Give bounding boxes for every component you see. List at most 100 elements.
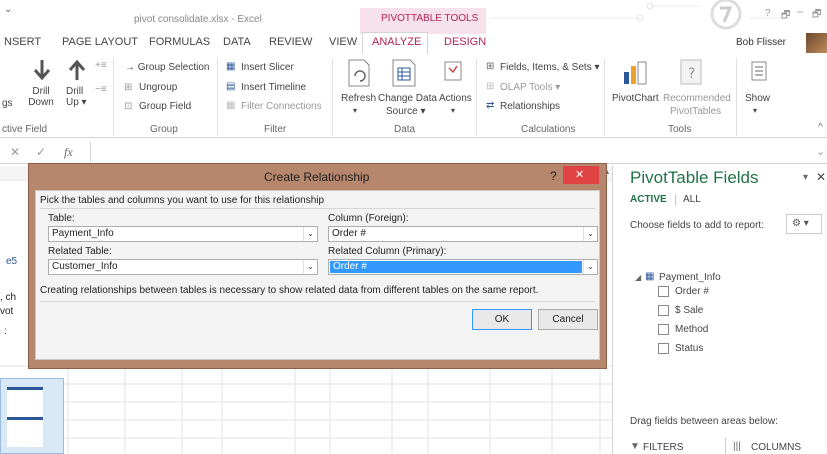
columns-icon: |||	[733, 441, 741, 452]
expand-field-icon[interactable]: +≡	[95, 60, 107, 71]
dialog-help-button[interactable]: ?	[550, 169, 557, 183]
chevron-down-icon[interactable]: ⌄	[583, 260, 597, 274]
minimize-button[interactable]: –	[797, 6, 803, 18]
tab-page-layout[interactable]: PAGE LAYOUT	[62, 36, 138, 48]
window-title: pivot consolidate.xlsx - Excel	[134, 14, 262, 25]
table-name[interactable]: Payment_Info	[659, 272, 721, 283]
insert-slicer-button[interactable]: Insert Slicer	[241, 62, 294, 73]
related-column-select[interactable]: Order # ⌄	[328, 259, 598, 275]
recommended-pivottables-icon: ?	[680, 59, 702, 85]
show-button[interactable]: Show	[745, 93, 770, 104]
qat-customize-icon[interactable]: ⌄	[4, 4, 12, 15]
ungroup-button[interactable]: Ungroup	[139, 82, 177, 93]
dialog-close-button[interactable]: ✕	[563, 166, 599, 184]
dialog-title: Create Relationship	[264, 170, 370, 184]
field-label: $ Sale	[675, 305, 704, 317]
table-icon: ▦	[645, 271, 655, 282]
user-name[interactable]: Bob Flisser	[736, 37, 786, 48]
expand-formula-bar-icon[interactable]: ⌄	[816, 145, 825, 158]
tab-data[interactable]: DATA	[223, 36, 251, 48]
collapse-field-icon[interactable]: −≡	[95, 84, 107, 95]
relationships-icon: ⇄	[486, 100, 495, 111]
show-icon	[751, 61, 767, 81]
enter-button[interactable]: ✓	[36, 145, 46, 159]
change-data-source-button[interactable]: Change Data	[378, 93, 437, 104]
tab-active[interactable]: ACTIVE	[630, 194, 667, 205]
group-field-icon: ⊡	[124, 101, 133, 112]
gear-icon: ⚙ ▾	[792, 218, 809, 229]
group-field-button[interactable]: Group Field	[139, 101, 191, 112]
filter-connections-button[interactable]: Filter Connections	[241, 101, 322, 112]
tab-insert[interactable]: NSERT	[4, 36, 41, 48]
cancel-button[interactable]: Cancel	[538, 309, 598, 330]
chevron-down-icon[interactable]: ⌄	[303, 260, 317, 274]
refresh-button[interactable]: Refresh	[341, 93, 376, 104]
field-sale[interactable]: $ Sale	[658, 305, 703, 316]
dialog-instruction: Pick the tables and columns you want to …	[40, 195, 325, 206]
olap-tools-button[interactable]: OLAP Tools ▾	[500, 82, 560, 93]
related-table-value: Customer_Info	[52, 261, 118, 272]
title-decoration	[490, 0, 790, 30]
pane-close-button[interactable]: ✕	[816, 170, 826, 184]
actions-button[interactable]: Actions	[439, 93, 472, 104]
insert-timeline-button[interactable]: Insert Timeline	[241, 82, 306, 93]
field-checkbox[interactable]	[658, 324, 669, 335]
group-label-calculations: Calculations	[521, 124, 576, 135]
olap-tools-icon: ⊞	[486, 81, 495, 92]
info-rule	[40, 301, 595, 302]
drill-up-button[interactable]: Drill Up ▾	[66, 86, 96, 108]
field-method[interactable]: Method	[658, 324, 708, 335]
svg-text:?: ?	[688, 66, 695, 82]
avatar[interactable]	[806, 33, 827, 53]
fields-items-sets-button[interactable]: Fields, Items, & Sets ▾	[500, 62, 600, 73]
recommended-pivottables-button[interactable]: Recommended	[663, 93, 731, 104]
show-dropdown-icon[interactable]: ▾	[753, 106, 757, 115]
field-order[interactable]: Order #	[658, 286, 709, 297]
table-select[interactable]: Payment_Info ⌄	[48, 226, 318, 242]
relationships-button[interactable]: Relationships	[500, 101, 560, 112]
tab-review[interactable]: REVIEW	[269, 36, 312, 48]
ribbon-display-button[interactable]: 🗗	[781, 8, 790, 25]
cancel-entry-button[interactable]: ✕	[10, 145, 20, 159]
group-separator	[476, 58, 477, 136]
refresh-dropdown-icon[interactable]: ▾	[353, 106, 357, 115]
chevron-down-icon[interactable]: ⌄	[303, 227, 317, 241]
field-status[interactable]: Status	[658, 343, 703, 354]
pivot-placeholder[interactable]	[0, 378, 64, 454]
filter-connections-icon: ▦	[226, 100, 236, 111]
expand-table-icon[interactable]: ◢	[635, 273, 641, 282]
insert-timeline-icon: ▤	[226, 81, 236, 92]
field-checkbox[interactable]	[658, 343, 669, 354]
restore-button[interactable]: 🗗	[812, 7, 821, 24]
filters-area-label[interactable]: FILTERS	[643, 442, 683, 453]
tab-divider	[675, 194, 676, 206]
field-checkbox[interactable]	[658, 286, 669, 297]
drill-up-icon	[68, 60, 86, 80]
refresh-icon	[348, 59, 370, 87]
group-selection-button[interactable]: → Group Selection	[125, 62, 210, 73]
field-checkbox[interactable]	[658, 305, 669, 316]
drill-down-button[interactable]: Drill Down	[26, 86, 56, 108]
context-tab-group: PIVOTTABLE TOOLS	[360, 8, 486, 34]
pane-settings-button[interactable]: ⚙ ▾	[786, 214, 822, 234]
formula-bar: ✕ ✓ fx ⌄	[0, 140, 827, 164]
tab-formulas[interactable]: FORMULAS	[149, 36, 210, 48]
field-settings-label[interactable]: gs	[2, 98, 13, 109]
help-button[interactable]: ?	[765, 8, 771, 19]
insert-function-button[interactable]: fx	[64, 145, 73, 160]
pivotchart-button[interactable]: PivotChart	[612, 93, 659, 104]
chevron-down-icon[interactable]: ⌄	[583, 227, 597, 241]
tab-all[interactable]: ALL	[683, 194, 701, 205]
tab-view[interactable]: VIEW	[329, 36, 357, 48]
columns-area-label[interactable]: COLUMNS	[751, 442, 801, 453]
pane-options-icon[interactable]: ▾	[803, 172, 808, 183]
field-label: Method	[675, 324, 709, 336]
related-table-select[interactable]: Customer_Info ⌄	[48, 259, 318, 275]
formula-divider	[90, 142, 91, 162]
ok-button[interactable]: OK	[472, 309, 532, 330]
actions-dropdown-icon[interactable]: ▾	[451, 106, 455, 115]
tab-design[interactable]: DESIGN	[444, 36, 486, 48]
collapse-ribbon-icon[interactable]: ^	[818, 122, 823, 133]
tab-analyze[interactable]: ANALYZE	[372, 36, 421, 48]
column-foreign-select[interactable]: Order # ⌄	[328, 226, 598, 242]
